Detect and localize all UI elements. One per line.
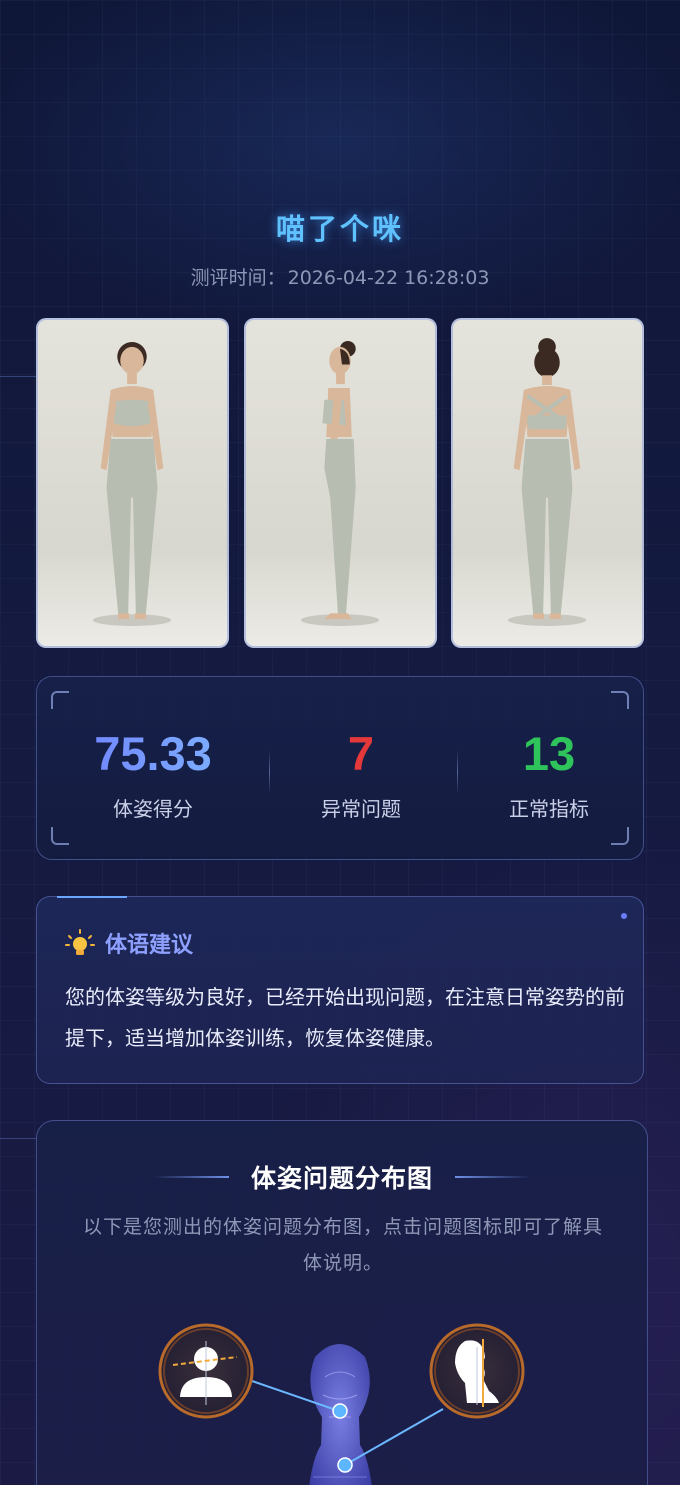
issue-point-head[interactable]: [332, 1403, 348, 1419]
photo-back[interactable]: [451, 318, 644, 648]
person-side-image: [300, 341, 379, 626]
distribution-description: 以下是您测出的体姿问题分布图，点击问题图标即可了解具体说明。: [82, 1216, 603, 1274]
normal-indicators-label: 正常指标: [509, 797, 589, 821]
posture-diagram: [37, 1317, 647, 1485]
person-front-image: [92, 341, 172, 626]
posture-photos: [36, 318, 644, 648]
corner-decoration: [51, 827, 69, 845]
stat-abnormal-issues[interactable]: 7 异常问题: [261, 723, 461, 822]
assessment-time-value: 2026-04-22 16:28:03: [287, 267, 490, 289]
advice-accent-line: [57, 896, 127, 898]
advice-text: 您的体姿等级为良好，已经开始出现问题，在注意日常姿势的前提下，适当增加体姿训练，…: [65, 985, 625, 1050]
corner-decoration: [611, 827, 629, 845]
issue-distribution-card: 体姿问题分布图 以下是您测出的体姿问题分布图，点击问题图标即可了解具体说明。: [36, 1120, 648, 1485]
advice-title: 体语建议: [105, 933, 194, 958]
stat-normal-indicators[interactable]: 13 正常指标: [449, 723, 649, 822]
issue-point-neck[interactable]: [337, 1457, 353, 1473]
abnormal-issues-value: 7: [347, 727, 375, 780]
abnormal-issues-label: 异常问题: [321, 797, 401, 821]
advice-header: 体语建议: [65, 927, 193, 959]
stat-posture-score[interactable]: 75.33 体姿得分: [53, 723, 253, 822]
advice-accent-dot: [621, 913, 627, 919]
score-summary-panel: 75.33 体姿得分 7 异常问题 13 正常指标: [36, 676, 644, 860]
assessment-time-label: 测评时间：: [190, 267, 286, 289]
photo-side[interactable]: [243, 318, 437, 648]
distribution-header: 体姿问题分布图: [37, 1159, 647, 1195]
forward-head-icon[interactable]: [429, 1323, 525, 1419]
posture-score-label: 体姿得分: [113, 797, 193, 821]
corner-decoration: [51, 691, 69, 709]
title-decoration-left: [152, 1176, 229, 1178]
user-name: 喵了个咪: [275, 212, 404, 246]
photo-front[interactable]: [36, 318, 229, 648]
posture-score-value: 75.33: [53, 723, 253, 785]
corner-decoration: [611, 691, 629, 709]
advice-card: 体语建议 您的体姿等级为良好，已经开始出现问题，在注意日常姿势的前提下，适当增加…: [36, 896, 644, 1084]
head-tilt-icon[interactable]: [158, 1323, 254, 1419]
assessment-time: 测评时间： 2026-04-22 16:28:03: [0, 263, 680, 290]
normal-indicators-value: 13: [522, 727, 576, 780]
person-back-image: [507, 338, 587, 626]
lightbulb-icon: [65, 929, 95, 955]
title-decoration-right: [455, 1176, 531, 1178]
distribution-title: 体姿问题分布图: [250, 1164, 433, 1193]
